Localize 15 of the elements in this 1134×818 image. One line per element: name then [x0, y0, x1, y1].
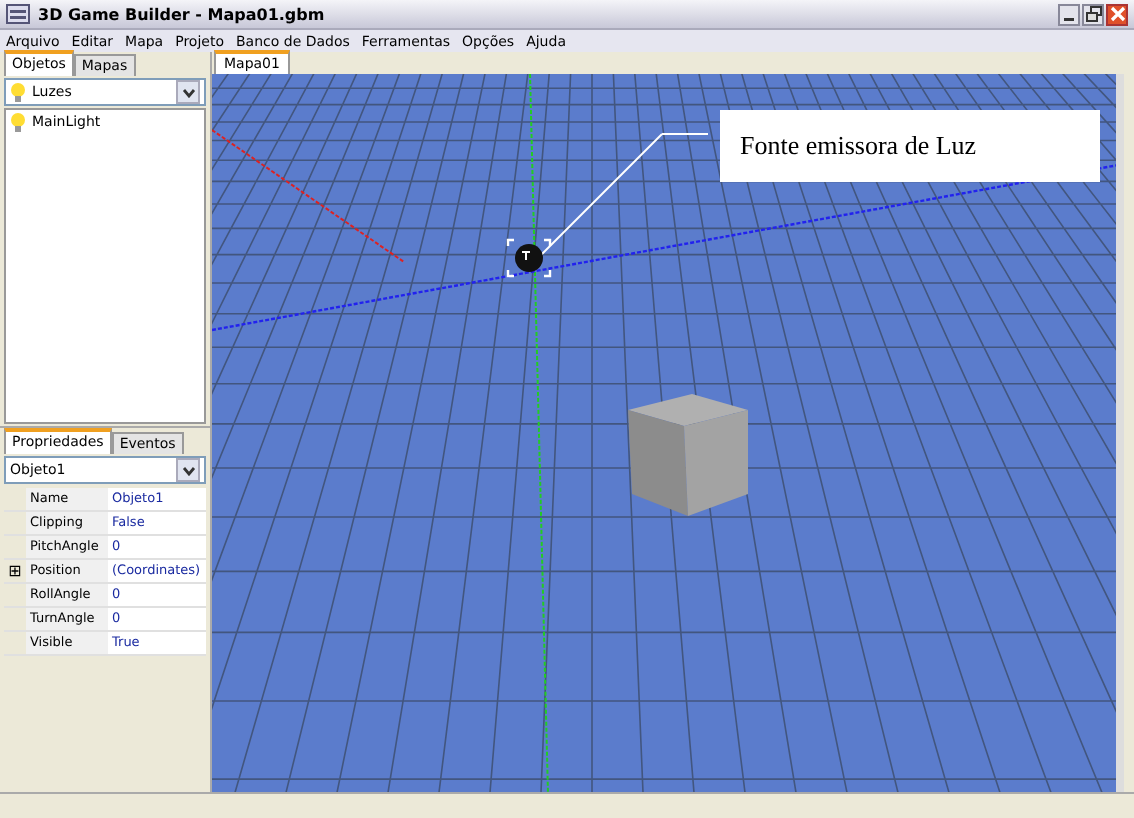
window-title: 3D Game Builder - Mapa01.gbm [38, 5, 327, 23]
app-icon [6, 4, 30, 24]
cube-drawing [628, 394, 748, 516]
viewport-3d[interactable]: Fonte emissora de Luz [212, 74, 1124, 792]
restore-icon [1085, 6, 1101, 22]
bulb-icon [10, 82, 26, 102]
chevron-icon [176, 458, 200, 482]
light-source-icon [506, 238, 552, 278]
chevron-icon [176, 80, 200, 104]
minimize-button[interactable] [1058, 3, 1080, 25]
close-button[interactable] [1106, 3, 1128, 25]
close-icon [1109, 6, 1125, 22]
restore-button[interactable] [1082, 3, 1104, 25]
expand-toggle[interactable]: ⊞ [8, 563, 22, 579]
callout-label: Fonte emissora de Luz [720, 110, 1100, 182]
